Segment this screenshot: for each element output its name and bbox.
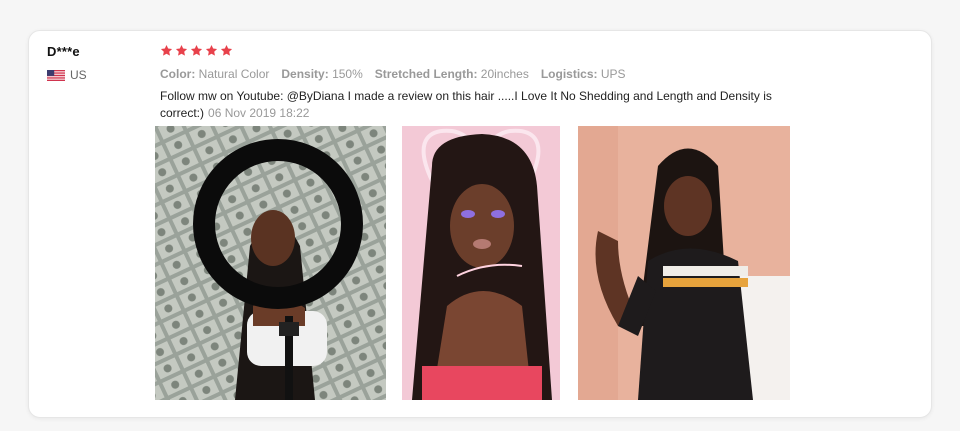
purchase-specs: Color: Natural Color Density: 150% Stretch… [160,67,800,81]
spec-item: Density: 150% [281,67,362,81]
reviewer-country: US [47,68,147,82]
review-photo-3[interactable] [578,126,790,400]
review-date: 06 Nov 2019 18:22 [208,106,310,120]
star-icon [220,44,233,56]
star-icon [190,44,203,56]
country-code: US [70,68,87,82]
star-icon [205,44,218,56]
spec-label: Color: [160,67,196,81]
spec-item: Stretched Length: 20inches [375,67,529,81]
review-card: D***e US Color: Natural Color Density: 15… [28,30,932,418]
reviewer-name: D***e [47,44,80,59]
pink-heart-photo-icon [402,126,560,400]
star-icon [160,44,173,56]
reviewer-info: D***e US [47,44,147,82]
spec-item: Logistics: UPS [541,67,626,81]
ring-light-photo-icon [155,126,386,400]
spec-item: Color: Natural Color [160,67,269,81]
spec-label: Logistics: [540,67,598,81]
review-content: Color: Natural Color Density: 150% Stretch… [160,44,800,122]
review-photo-1[interactable] [155,126,386,400]
spec-label: Stretched Length: [374,67,478,81]
star-rating [160,44,800,60]
review-body: Follow mw on Youtube: @ByDiana I made a … [160,88,790,122]
review-photo-2[interactable] [402,126,560,400]
us-flag-icon [47,69,65,81]
peach-wall-photo-icon [578,126,790,400]
spec-value: Natural Color [198,67,270,81]
spec-value: 150% [332,67,363,81]
spec-value: UPS [600,67,626,81]
star-icon [175,44,188,56]
spec-label: Density: [281,67,329,81]
spec-value: 20inches [480,67,529,81]
